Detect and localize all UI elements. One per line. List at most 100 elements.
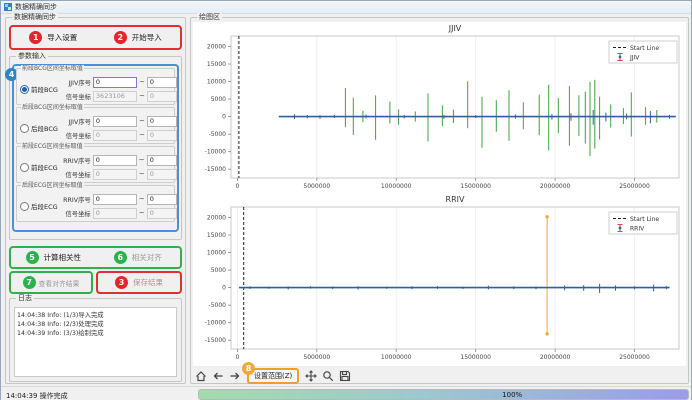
svg-text:10000000: 10000000 (381, 354, 412, 361)
svg-text:25000000: 25000000 (619, 354, 650, 361)
import-annotation-box: 1 导入设置 2 开始导入 (9, 25, 182, 50)
import-settings-label: 导入设置 (47, 32, 77, 43)
pan-icon[interactable] (304, 369, 318, 383)
rriv-index-to-input[interactable] (147, 194, 177, 205)
tilde: ~ (139, 209, 145, 217)
rriv-chart: RRIV050000001000000015000000200000002500… (195, 193, 684, 367)
svg-text:-15000: -15000 (205, 337, 226, 344)
signal-coord-from-input (93, 91, 137, 102)
start-import-button[interactable]: 2 开始导入 (96, 27, 181, 48)
svg-text:15000: 15000 (207, 232, 226, 239)
svg-text:-15000: -15000 (205, 166, 226, 173)
plot-panel-title: 绘图区 (197, 13, 222, 22)
jjiv-chart: JJIV050000001000000015000000200000002500… (195, 22, 684, 196)
svg-text:Start Line: Start Line (630, 216, 659, 223)
svg-text:25000000: 25000000 (619, 183, 650, 190)
tilde: ~ (139, 156, 145, 164)
sync-panel: 数据精确同步 1 导入设置 2 开始导入 参数输入 4 前段BCG区间坐标取值 … (5, 17, 186, 384)
tilde: ~ (139, 117, 145, 125)
signal-coord-to-input (147, 130, 177, 141)
svg-text:-10000: -10000 (205, 149, 226, 156)
svg-text:0: 0 (235, 183, 239, 190)
status-text: 14:04:39 操作完成 (6, 391, 68, 400)
forward-icon[interactable] (228, 369, 242, 383)
svg-text:5000: 5000 (211, 267, 226, 274)
badge-7: 7 (23, 276, 36, 289)
front-ecg-radio[interactable] (20, 163, 29, 172)
svg-text:-10000: -10000 (205, 320, 226, 327)
window-title: 数据精确同步 (15, 2, 57, 12)
save-icon[interactable] (338, 369, 352, 383)
save-result-annotation-box: 3 保存结果 (96, 271, 182, 294)
svg-text:RRIV: RRIV (630, 226, 645, 233)
sync-panel-title: 数据精确同步 (12, 13, 58, 22)
save-result-button[interactable]: 3 保存结果 (98, 273, 180, 292)
row-label: RRIV序号 (58, 195, 91, 204)
figure-canvas[interactable]: JJIV050000001000000015000000200000002500… (193, 22, 686, 366)
jjiv-index-to-input[interactable] (147, 116, 177, 127)
titlebar: 数据精确同步 (1, 1, 691, 14)
front-bcg-radio[interactable] (20, 85, 29, 94)
param-group-title: 后段ECG区间坐标取值 (21, 182, 84, 190)
app-icon (4, 3, 12, 11)
svg-text:-5000: -5000 (209, 131, 227, 138)
calc-correlation-label: 计算相关性 (44, 252, 82, 263)
rear-bcg-radio[interactable] (20, 124, 29, 133)
param-input-title: 参数输入 (16, 52, 48, 61)
svg-text:20000: 20000 (207, 215, 226, 222)
home-icon[interactable] (194, 369, 208, 383)
jjiv-index-from-input[interactable] (93, 77, 137, 88)
svg-text:-5000: -5000 (209, 302, 227, 309)
signal-coord-from-input (93, 130, 137, 141)
jjiv-index-to-input[interactable] (147, 77, 177, 88)
svg-text:JJIV: JJIV (448, 24, 462, 33)
svg-text:0: 0 (222, 114, 226, 121)
tilde: ~ (139, 78, 145, 86)
row-label: 信号坐标 (58, 209, 91, 218)
signal-coord-to-input (147, 91, 177, 102)
view-align-result-label: 查看对齐结果 (39, 278, 80, 288)
svg-text:5000: 5000 (211, 96, 226, 103)
rriv-index-from-input[interactable] (93, 155, 137, 166)
correlation-annotation-box: 5 计算相关性 6 相关对齐 (9, 246, 182, 269)
rear-ecg-radio-label: 后段ECG (31, 201, 58, 211)
svg-text:RRIV: RRIV (446, 195, 465, 204)
log-group: 日志 14:04:38 Info: (1/3)导入完成 14:04:38 Inf… (9, 298, 182, 382)
svg-text:20000000: 20000000 (540, 183, 571, 190)
param-group-title: 后段BCG区间坐标取值 (21, 104, 84, 112)
zoom-icon[interactable] (321, 369, 335, 383)
tilde: ~ (139, 170, 145, 178)
app-window: { "window": { "title": "数据精确同步", "status… (0, 0, 692, 400)
view-align-result-button[interactable]: 7 查看对齐结果 (11, 273, 91, 292)
jjiv-index-from-input[interactable] (93, 116, 137, 127)
set-range-button[interactable]: 8 设置范围(Z) (247, 368, 299, 384)
view-result-annotation-box: 7 查看对齐结果 (9, 271, 93, 294)
rriv-index-to-input[interactable] (147, 155, 177, 166)
signal-coord-to-input (147, 169, 177, 180)
param-group-front-bcg: 前段BCG区间坐标取值 前段BCG JJIV序号~ 信号坐标~ (16, 68, 175, 105)
progress-bar: 100% (198, 389, 689, 400)
matplotlib-toolbar: 8 设置范围(Z) (193, 367, 352, 384)
param-input-group: 参数输入 4 前段BCG区间坐标取值 前段BCG JJIV序号~ 信号坐标~ 后… (9, 56, 182, 240)
signal-coord-from-input (93, 169, 137, 180)
back-icon[interactable] (211, 369, 225, 383)
svg-text:5000000: 5000000 (303, 354, 330, 361)
rriv-index-from-input[interactable] (93, 194, 137, 205)
tilde: ~ (139, 92, 145, 100)
row-label: 信号坐标 (58, 170, 91, 179)
rear-ecg-radio[interactable] (20, 202, 29, 211)
correlation-align-button[interactable]: 6 相关对齐 (96, 248, 181, 267)
log-area[interactable]: 14:04:38 Info: (1/3)导入完成 14:04:38 Info: … (14, 307, 177, 377)
front-bcg-radio-label: 前段BCG (31, 84, 58, 94)
calc-correlation-button[interactable]: 5 计算相关性 (11, 248, 96, 267)
svg-text:15000: 15000 (207, 61, 226, 68)
plot-panel: 绘图区 JJIV05000000100000001500000020000000… (190, 17, 689, 384)
svg-text:5000000: 5000000 (303, 183, 330, 190)
param-group-front-ecg: 前段ECG区间坐标取值 前段ECG RRIV序号~ 信号坐标~ (16, 146, 175, 183)
log-line: 14:04:39 Info: (3/3)绘制完成 (17, 329, 174, 338)
import-settings-button[interactable]: 1 导入设置 (11, 27, 96, 48)
status-bar: 14:04:39 操作完成 100% (1, 386, 691, 400)
badge-2: 2 (114, 31, 127, 44)
log-title: 日志 (16, 294, 34, 303)
param-group-title: 前段ECG区间坐标取值 (21, 143, 84, 151)
